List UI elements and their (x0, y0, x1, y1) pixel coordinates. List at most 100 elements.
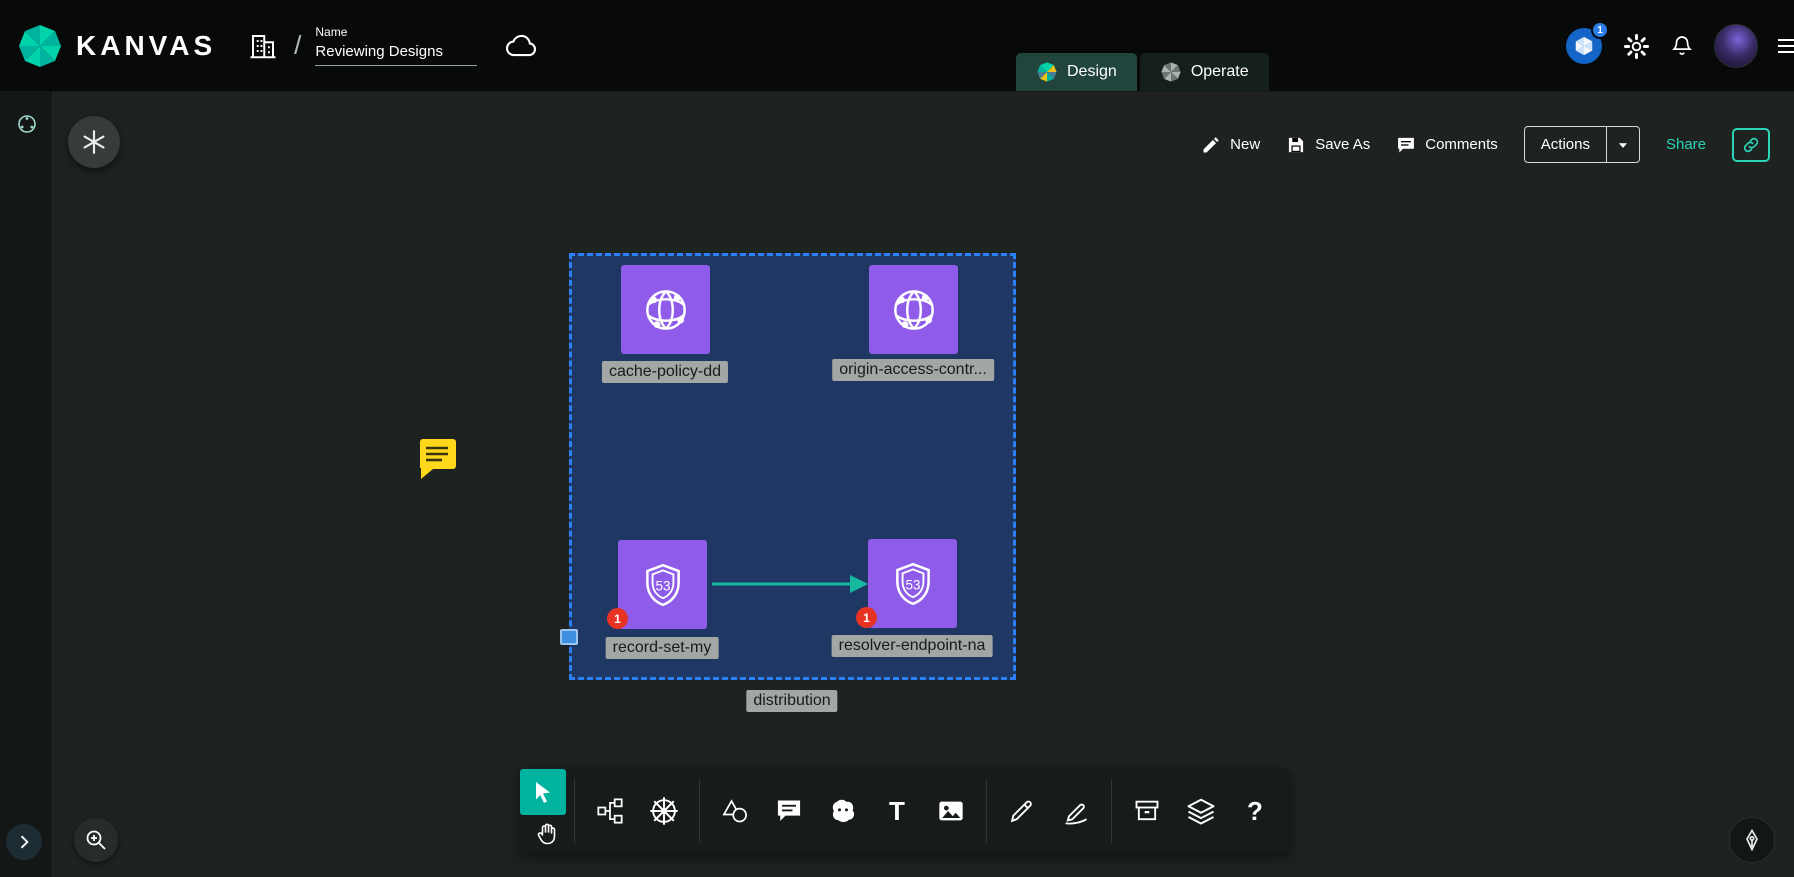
new-button-label: New (1230, 136, 1260, 153)
blob-shape-icon (829, 797, 857, 825)
pan-tool-button[interactable] (520, 815, 574, 853)
notifications-button[interactable] (1670, 33, 1694, 59)
node-record-set[interactable]: 53 (618, 540, 707, 629)
operate-tab-icon (1160, 61, 1182, 83)
layers-tool-button[interactable] (1178, 788, 1224, 834)
sparkle-asterisk-icon (81, 129, 107, 155)
user-avatar[interactable] (1714, 24, 1758, 68)
save-icon (1286, 135, 1306, 155)
design-name-input[interactable] (315, 41, 477, 66)
help-tool-button[interactable]: ? (1232, 788, 1278, 834)
actions-button-label[interactable]: Actions (1525, 136, 1606, 153)
copy-link-button[interactable] (1732, 128, 1770, 162)
ai-assistant-button[interactable] (68, 116, 120, 168)
route53-shield-icon: 53 (888, 559, 938, 609)
route53-shield-icon: 53 (638, 560, 688, 610)
building-icon (248, 31, 278, 61)
tab-design[interactable]: Design (1016, 53, 1137, 91)
image-tool-button[interactable] (928, 788, 974, 834)
group-label[interactable]: distribution (746, 690, 837, 712)
infra-tool-group (575, 769, 699, 853)
issue-count-badge[interactable]: 1 (856, 607, 877, 628)
extension-count-badge: 1 (1591, 21, 1609, 39)
extensions-button[interactable]: 1 (1565, 27, 1603, 65)
gear-icon (1623, 33, 1650, 60)
avatar (1714, 24, 1758, 68)
signature-pen-button[interactable] (1729, 817, 1775, 863)
link-icon (1741, 135, 1761, 155)
share-button-label: Share (1666, 136, 1706, 153)
share-button[interactable]: Share (1666, 136, 1706, 153)
save-as-button-label: Save As (1315, 136, 1370, 153)
pencil-draw-icon (1008, 797, 1036, 825)
top-bar: KANVAS / Name (0, 0, 1794, 92)
chevron-right-icon (14, 832, 34, 852)
cloud-icon (505, 33, 539, 59)
kanvas-logo-icon (16, 22, 64, 70)
text-tool-button[interactable]: T (874, 788, 920, 834)
issue-count-badge[interactable]: 1 (607, 608, 628, 629)
draw-tool-group (987, 769, 1111, 853)
node-resolver-endpoint[interactable]: 53 (868, 539, 957, 628)
freehand-pen-tool-button[interactable] (1053, 788, 1099, 834)
blob-shape-tool-button[interactable] (820, 788, 866, 834)
chevron-down-icon (1616, 138, 1630, 152)
svg-text:53: 53 (655, 578, 670, 593)
comments-icon (1396, 135, 1416, 155)
organize-tool-group: ? (1112, 769, 1290, 853)
actions-dropdown-toggle[interactable] (1606, 127, 1639, 162)
comment-marker-button[interactable] (416, 437, 458, 481)
header-right-cluster: 1 (1565, 0, 1794, 92)
organization-button[interactable] (248, 31, 278, 61)
flow-diagram-tool-button[interactable] (587, 788, 633, 834)
sync-status-button[interactable] (505, 33, 539, 59)
app-name: KANVAS (76, 30, 216, 62)
network-globe-icon (887, 283, 941, 337)
node-label[interactable]: record-set-my (606, 637, 719, 659)
hamburger-icon (1778, 39, 1794, 41)
node-cache-policy[interactable] (621, 265, 710, 354)
left-sidebar (0, 92, 53, 877)
hand-icon (535, 821, 559, 847)
kanvas-logo[interactable]: KANVAS (0, 22, 216, 70)
archive-drawer-icon (1133, 797, 1161, 825)
archive-tool-button[interactable] (1124, 788, 1170, 834)
meshery-ring-icon (15, 112, 39, 136)
shapes-tool-button[interactable] (712, 788, 758, 834)
mode-tabs: Design Operate (1016, 53, 1269, 91)
pencil-tool-button[interactable] (999, 788, 1045, 834)
node-label[interactable]: cache-policy-dd (602, 361, 728, 383)
magnifier-plus-icon (84, 828, 108, 852)
breadcrumb-separator: / (294, 30, 301, 61)
bell-icon (1670, 33, 1694, 59)
expand-sidebar-button[interactable] (6, 824, 42, 860)
image-icon (937, 797, 965, 825)
design-name-field: Name (315, 25, 477, 66)
text-tool-icon: T (889, 796, 905, 827)
tab-operate[interactable]: Operate (1140, 53, 1269, 91)
pen-nib-icon (1740, 828, 1764, 852)
meshery-panel-button[interactable] (15, 112, 39, 136)
node-origin-access[interactable] (869, 265, 958, 354)
node-label[interactable]: origin-access-contr... (832, 359, 994, 381)
annotation-tool-group: T (700, 769, 986, 853)
cursor-arrow-icon (531, 780, 555, 804)
freehand-pen-icon (1062, 797, 1090, 825)
actions-split-button[interactable]: Actions (1524, 126, 1640, 163)
operate-tab-label: Operate (1191, 63, 1249, 81)
shape-toolbar: T (520, 769, 1290, 853)
menu-button[interactable] (1778, 39, 1794, 53)
group-resize-handle[interactable] (560, 629, 578, 645)
select-tool-button[interactable] (520, 769, 566, 815)
zoom-in-button[interactable] (74, 818, 118, 862)
helm-tool-button[interactable] (641, 788, 687, 834)
node-label[interactable]: resolver-endpoint-na (832, 635, 993, 657)
settings-button[interactable] (1623, 33, 1650, 60)
svg-text:53: 53 (905, 577, 920, 592)
save-as-button[interactable]: Save As (1286, 135, 1370, 155)
new-button[interactable]: New (1201, 135, 1260, 155)
comment-tool-icon (775, 797, 803, 825)
network-globe-icon (639, 283, 693, 337)
comments-button[interactable]: Comments (1396, 135, 1498, 155)
comment-tool-button[interactable] (766, 788, 812, 834)
